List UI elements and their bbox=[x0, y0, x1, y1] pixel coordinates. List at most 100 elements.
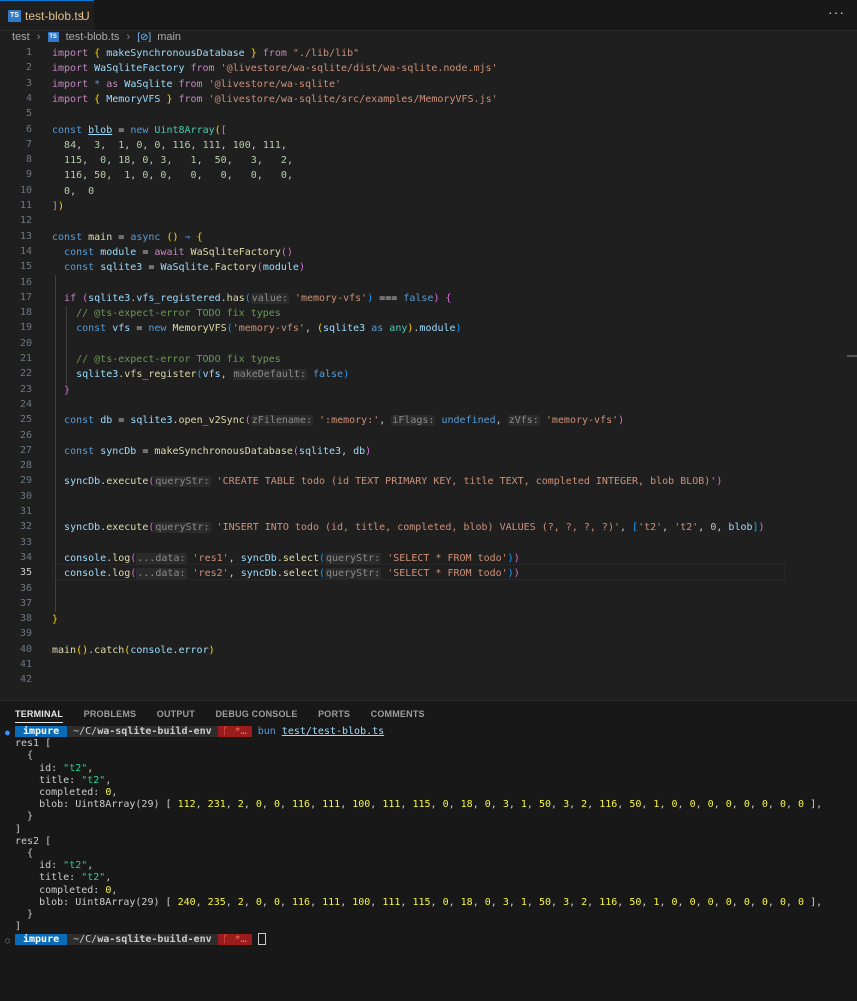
terminal-output-line: completed: 0, bbox=[15, 884, 118, 896]
code-line: } bbox=[52, 614, 59, 626]
line-number: 39 bbox=[19, 628, 32, 640]
line-number: 36 bbox=[19, 582, 32, 594]
code-line: const vfs = new MemoryVFS('memory-vfs', … bbox=[76, 323, 462, 335]
line-number: 9 bbox=[25, 169, 32, 181]
line-number: 2 bbox=[25, 62, 32, 74]
terminal-output-line: } bbox=[15, 811, 34, 823]
line-number: 25 bbox=[19, 414, 32, 426]
code-line: const main = async () ⇒ { bbox=[52, 231, 203, 243]
editor-tab-test-blob[interactable]: TS test-blob.ts U bbox=[0, 0, 94, 30]
more-actions-icon[interactable]: ··· bbox=[828, 4, 845, 20]
terminal-command-arg[interactable]: test/test-blob.ts bbox=[282, 726, 384, 737]
tab-debug-console[interactable]: DEBUG CONSOLE bbox=[215, 709, 297, 719]
panel-tab-bar: TERMINAL PROBLEMS OUTPUT DEBUG CONSOLE P… bbox=[15, 709, 443, 723]
typescript-file-icon: TS bbox=[47, 32, 59, 43]
line-number: 20 bbox=[19, 337, 32, 349]
code-line: import { MemoryVFS } from '@livestore/wa… bbox=[52, 93, 498, 105]
code-line: syncDb.execute(queryStr: 'CREATE TABLE t… bbox=[64, 476, 723, 488]
command-decoration-icon[interactable]: ○ bbox=[5, 935, 10, 947]
prompt-git-segment: ᚴ *… bbox=[217, 726, 252, 737]
breadcrumb: test › TS test-blob.ts › [⊘] main bbox=[12, 31, 181, 45]
line-number: 12 bbox=[19, 215, 32, 227]
code-line: import { makeSynchronousDatabase } from … bbox=[52, 48, 360, 59]
line-number: 11 bbox=[19, 200, 32, 211]
prompt-env-segment: impure bbox=[15, 934, 68, 946]
line-number: 33 bbox=[19, 536, 32, 548]
code-line-active: console.log(...data: 'res2', syncDb.sele… bbox=[64, 568, 520, 580]
line-number: 40 bbox=[19, 643, 32, 655]
scrollbar-marker[interactable] bbox=[847, 355, 857, 357]
code-line: const blob = new Uint8Array([ bbox=[52, 124, 227, 136]
terminal-output-line: completed: 0, bbox=[15, 787, 118, 798]
terminal-command: bun bbox=[257, 726, 276, 737]
tab-ports[interactable]: PORTS bbox=[318, 709, 350, 719]
line-number: 28 bbox=[19, 460, 32, 472]
terminal-output-line: { bbox=[15, 848, 34, 859]
line-number: 37 bbox=[19, 597, 32, 609]
line-number: 6 bbox=[25, 123, 32, 135]
breadcrumb-symbol[interactable]: main bbox=[157, 31, 181, 43]
terminal-prompt-line: impure ~/C/wa-sqlite-build-env ᚴ *… bun te… bbox=[15, 726, 384, 738]
command-decoration-icon[interactable]: ● bbox=[5, 727, 10, 739]
tab-terminal[interactable]: TERMINAL bbox=[15, 709, 64, 723]
line-number: 13 bbox=[19, 230, 32, 242]
line-number: 5 bbox=[25, 108, 32, 120]
code-line: 116, 50, 1, 0, 0, 0, 0, 0, 0, bbox=[64, 170, 293, 182]
code-line: import WaSqliteFactory from '@livestore/… bbox=[52, 63, 498, 75]
code-line: 0, 0 bbox=[64, 185, 95, 197]
code-line: main().catch(console.error) bbox=[52, 644, 215, 656]
breadcrumb-folder[interactable]: test bbox=[12, 31, 30, 43]
line-number: 1 bbox=[25, 47, 32, 58]
terminal-output-line: blob: Uint8Array(29) [ 240, 235, 2, 0, 0… bbox=[15, 896, 823, 908]
terminal-output-line: blob: Uint8Array(29) [ 112, 231, 2, 0, 0… bbox=[15, 799, 823, 811]
line-number: 4 bbox=[25, 92, 32, 104]
chevron-right-icon: › bbox=[36, 31, 41, 44]
code-line: // @ts-expect-error TODO fix types bbox=[76, 354, 281, 365]
line-number: 18 bbox=[19, 307, 32, 319]
terminal-output-line: title: "t2", bbox=[15, 872, 112, 884]
terminal-output-line: } bbox=[15, 909, 34, 920]
prompt-env-segment: impure bbox=[15, 726, 68, 737]
line-number: 10 bbox=[19, 184, 32, 196]
bottom-panel: TERMINAL PROBLEMS OUTPUT DEBUG CONSOLE P… bbox=[0, 700, 857, 1001]
line-number: 15 bbox=[19, 261, 32, 273]
tab-problems[interactable]: PROBLEMS bbox=[84, 709, 137, 719]
terminal-prompt-line[interactable]: impure ~/C/wa-sqlite-build-env ᚴ *… bbox=[15, 933, 266, 946]
code-line: 115, 0, 18, 0, 3, 1, 50, 3, 2, bbox=[64, 155, 293, 167]
line-number: 26 bbox=[19, 429, 32, 441]
line-number: 3 bbox=[25, 77, 32, 89]
tab-filename: test-blob.ts bbox=[25, 9, 84, 23]
line-number: 41 bbox=[19, 659, 32, 670]
tab-comments[interactable]: COMMENTS bbox=[371, 709, 425, 719]
line-number: 16 bbox=[19, 276, 32, 288]
breadcrumb-file[interactable]: test-blob.ts bbox=[66, 31, 120, 43]
terminal-output-line: { bbox=[15, 750, 34, 762]
line-number: 14 bbox=[19, 245, 32, 257]
code-line: const db = sqlite3.open_v2Sync(zFilename… bbox=[64, 415, 625, 427]
line-number: 27 bbox=[19, 444, 32, 456]
tab-output[interactable]: OUTPUT bbox=[157, 709, 195, 719]
line-number: 30 bbox=[19, 490, 32, 502]
prompt-cwd-segment: ~/C/wa-sqlite-build-env bbox=[67, 934, 218, 946]
prompt-git-segment: ᚴ *… bbox=[217, 934, 252, 946]
code-line: syncDb.execute(queryStr: 'INSERT INTO to… bbox=[64, 522, 765, 534]
code-editor[interactable]: 1 import { makeSynchronousDatabase } from… bbox=[0, 46, 857, 700]
line-number: 42 bbox=[19, 674, 32, 686]
code-line: ]) bbox=[52, 201, 65, 212]
line-number: 21 bbox=[19, 353, 32, 364]
code-line: const syncDb = makeSynchronousDatabase(s… bbox=[64, 445, 372, 457]
line-number: 7 bbox=[25, 138, 32, 150]
line-number: 38 bbox=[19, 613, 32, 625]
code-line: const module = await WaSqliteFactory() bbox=[64, 246, 293, 258]
terminal-output-line: id: "t2", bbox=[15, 860, 94, 872]
line-number: 29 bbox=[19, 475, 32, 487]
typescript-file-icon: TS bbox=[8, 10, 21, 22]
code-line: import * as WaSqlite from '@livestore/wa… bbox=[52, 78, 342, 90]
terminal-output-line: ] bbox=[15, 921, 22, 933]
line-number: 17 bbox=[19, 291, 32, 303]
code-line: if (sqlite3.vfs_registered.has(value: 'm… bbox=[64, 292, 452, 304]
code-line: const sqlite3 = WaSqlite.Factory(module) bbox=[64, 262, 305, 274]
line-number: 34 bbox=[19, 551, 32, 563]
variable-symbol-icon: [⊘] bbox=[137, 31, 152, 43]
line-number: 19 bbox=[19, 322, 32, 334]
